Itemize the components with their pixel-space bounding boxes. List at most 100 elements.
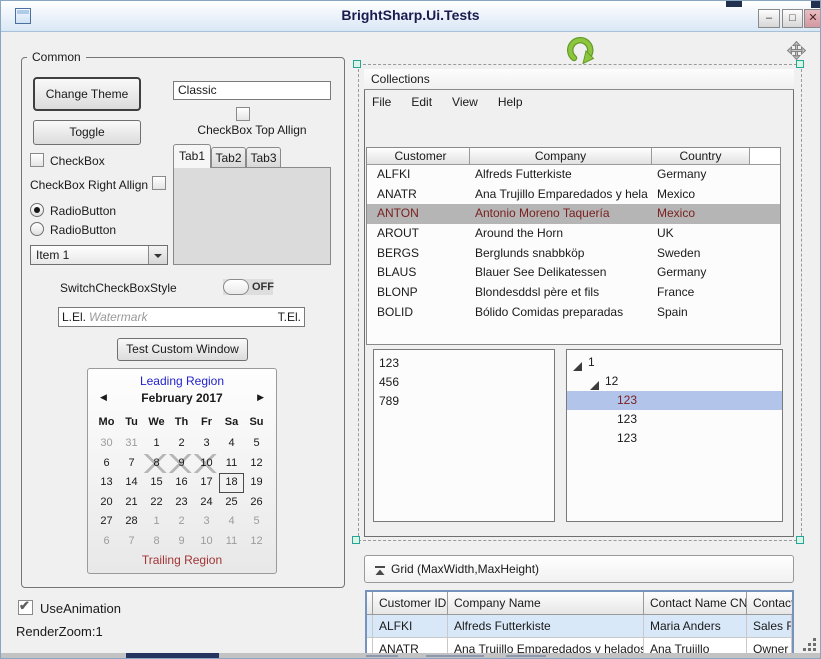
watermark-textbox[interactable]: L.El. Watermark T.El.: [58, 307, 305, 327]
table-row[interactable]: AROUTAround the HornUK: [367, 224, 780, 244]
column-header-contact[interactable]: Contact: [747, 592, 792, 615]
calendar-day[interactable]: 11: [219, 454, 244, 474]
calendar-day[interactable]: 17: [194, 473, 219, 493]
minimize-button[interactable]: –: [758, 9, 780, 28]
list-item[interactable]: 456: [374, 373, 554, 392]
table-row[interactable]: ALFKIAlfreds FutterkisteMaria AndersSale…: [367, 615, 792, 638]
calendar-day[interactable]: 7: [119, 532, 144, 552]
calendar-day[interactable]: 12: [244, 532, 269, 552]
calendar-day[interactable]: 9: [169, 532, 194, 552]
calendar-day[interactable]: 11: [219, 532, 244, 552]
theme-textbox[interactable]: Classic: [173, 81, 331, 100]
radio-button-1[interactable]: [30, 203, 44, 217]
table-row[interactable]: ANATRAna Trujillo Emparedados y helaMexi…: [367, 185, 780, 205]
checkbox-top-align[interactable]: [236, 107, 250, 121]
calendar-day[interactable]: 25: [219, 493, 244, 513]
item-combobox[interactable]: Item 1: [30, 245, 168, 265]
table-row[interactable]: ANTONAntonio Moreno TaqueríaMexico: [367, 204, 780, 224]
tab-tab1[interactable]: Tab1: [173, 144, 211, 168]
table-row[interactable]: BLAUSBlauer See DelikatessenGermany: [367, 263, 780, 283]
list-item[interactable]: 123: [374, 354, 554, 373]
calendar-next-icon[interactable]: ▶: [257, 392, 264, 403]
column-header-company[interactable]: Company: [470, 148, 652, 165]
switch-thumb[interactable]: [223, 279, 249, 295]
calendar-day[interactable]: 12: [244, 454, 269, 474]
menu-item-view[interactable]: View: [452, 95, 478, 109]
calendar-day[interactable]: 3: [194, 434, 219, 454]
close-button[interactable]: ✕: [804, 9, 821, 28]
calendar-day[interactable]: 1: [144, 512, 169, 532]
calendar-day[interactable]: 18: [219, 473, 244, 493]
tree-leaf-selected[interactable]: 123: [567, 391, 782, 410]
tree-node-child[interactable]: 12: [567, 372, 782, 391]
calendar-day[interactable]: 22: [144, 493, 169, 513]
checkbox-right-align[interactable]: [152, 176, 166, 190]
tab-tab3[interactable]: Tab3: [246, 147, 281, 168]
calendar-day[interactable]: 15: [144, 473, 169, 493]
table-row[interactable]: BERGSBerglunds snabbköpSweden: [367, 244, 780, 264]
title-bar[interactable]: BrightSharp.Ui.Tests – □ ✕: [1, 1, 820, 32]
column-header-country[interactable]: Country: [652, 148, 750, 165]
maximize-button[interactable]: □: [782, 9, 803, 28]
calendar-day[interactable]: 8: [144, 532, 169, 552]
calendar-day[interactable]: 2: [169, 434, 194, 454]
calendar-day[interactable]: 21: [119, 493, 144, 513]
selection-handle[interactable]: [352, 536, 360, 544]
menu-item-help[interactable]: Help: [498, 95, 523, 109]
calendar-day[interactable]: 24: [194, 493, 219, 513]
tab-tab2[interactable]: Tab2: [211, 147, 246, 168]
calendar-day[interactable]: 6: [94, 532, 119, 552]
calendar-day[interactable]: 28: [119, 512, 144, 532]
column-header-company-name[interactable]: Company Name: [448, 592, 644, 615]
calendar-day[interactable]: 6: [94, 454, 119, 474]
resize-grip[interactable]: [803, 638, 817, 652]
calendar-day[interactable]: 20: [94, 493, 119, 513]
menu-item-edit[interactable]: Edit: [411, 95, 432, 109]
calendar-day[interactable]: 16: [169, 473, 194, 493]
menu-item-file[interactable]: File: [372, 95, 391, 109]
calendar-day[interactable]: 31: [119, 434, 144, 454]
use-animation-checkbox[interactable]: ✔: [18, 600, 33, 615]
calendar-day[interactable]: 27: [94, 512, 119, 532]
column-header-customer-id[interactable]: Customer ID: [373, 592, 448, 615]
calendar-day[interactable]: 1: [144, 434, 169, 454]
test-custom-window-button[interactable]: Test Custom Window: [117, 338, 248, 361]
calendar-day[interactable]: 9: [169, 454, 194, 474]
calendar-day[interactable]: 30: [94, 434, 119, 454]
table-row[interactable]: ALFKIAlfreds FutterkisteGermany: [367, 165, 780, 185]
selection-handle[interactable]: [796, 60, 804, 68]
calendar-day[interactable]: 19: [244, 473, 269, 493]
combobox-dropdown-button[interactable]: [148, 246, 167, 264]
selection-handle[interactable]: [353, 60, 361, 68]
list-item[interactable]: 789: [374, 392, 554, 411]
table-row[interactable]: BLONPBlondesddsl père et filsFrance: [367, 283, 780, 303]
calendar-day[interactable]: 4: [219, 512, 244, 532]
calendar-day[interactable]: 10: [194, 532, 219, 552]
checkbox[interactable]: [30, 153, 44, 167]
calendar-month-header[interactable]: February 2017: [88, 391, 276, 405]
calendar-day[interactable]: 4: [219, 434, 244, 454]
calendar-day[interactable]: 8: [144, 454, 169, 474]
calendar-day[interactable]: 10: [194, 454, 219, 474]
tree-node-root[interactable]: 1: [567, 353, 782, 372]
selection-handle[interactable]: [796, 536, 804, 544]
toggle-button[interactable]: Toggle: [33, 120, 141, 145]
radio-button-2[interactable]: [30, 222, 44, 236]
calendar-day[interactable]: 14: [119, 473, 144, 493]
switch-checkbox[interactable]: OFF: [223, 279, 273, 295]
column-header-contact-name[interactable]: Contact Name CN: [644, 592, 747, 615]
calendar-day[interactable]: 7: [119, 454, 144, 474]
calendar-day[interactable]: 13: [94, 473, 119, 493]
grid-expander-header[interactable]: Grid (MaxWidth,MaxHeight): [364, 555, 794, 583]
collapse-up-icon[interactable]: [374, 564, 386, 582]
tree-leaf[interactable]: 123: [567, 429, 782, 448]
calendar-day[interactable]: 2: [169, 512, 194, 532]
table-row[interactable]: BOLIDBólido Comidas preparadasSpain: [367, 303, 780, 323]
change-theme-button[interactable]: Change Theme: [33, 77, 141, 111]
calendar-day[interactable]: 5: [244, 512, 269, 532]
calendar-day[interactable]: 23: [169, 493, 194, 513]
tree-leaf[interactable]: 123: [567, 410, 782, 429]
column-header-customer[interactable]: Customer: [372, 148, 470, 165]
calendar-day[interactable]: 5: [244, 434, 269, 454]
calendar-day[interactable]: 3: [194, 512, 219, 532]
